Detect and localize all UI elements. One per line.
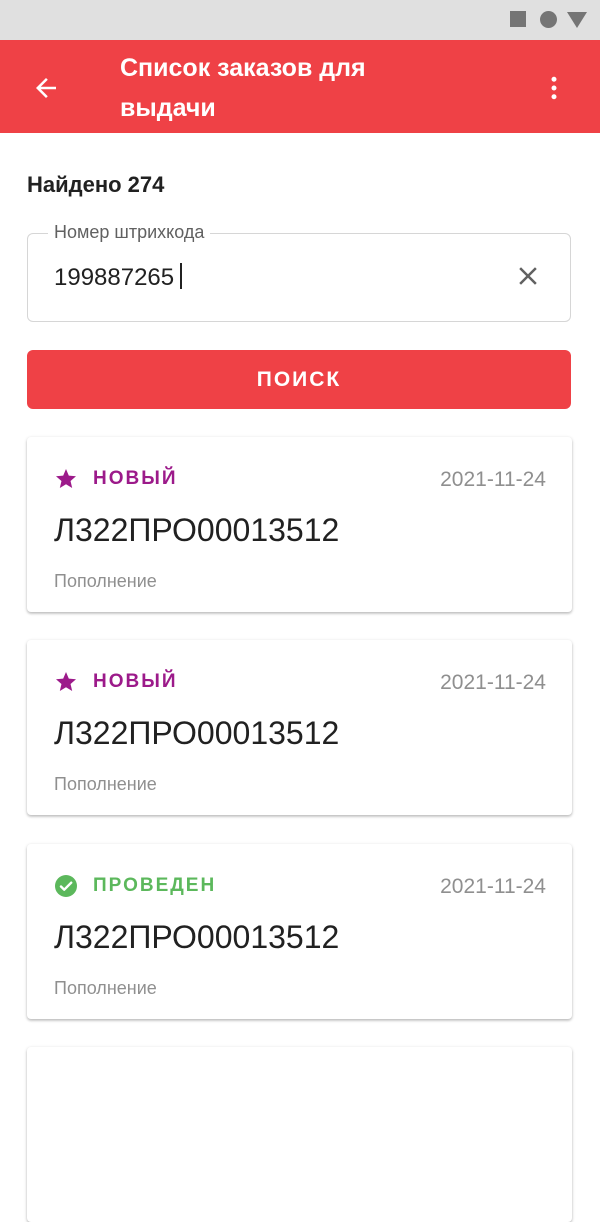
text-cursor xyxy=(180,263,183,289)
barcode-field[interactable]: Номер штрихкода 199887265 xyxy=(27,222,571,322)
order-card[interactable]: НОВЫЙ 2021-11-24 Л322ПРО00013512 Пополне… xyxy=(27,640,572,815)
order-number: Л322ПРО00013512 xyxy=(54,512,340,548)
back-button[interactable] xyxy=(22,64,70,112)
order-number: Л322ПРО00013512 xyxy=(54,919,340,955)
triangle-icon xyxy=(567,12,587,28)
order-type: Пополнение xyxy=(54,571,157,591)
search-button[interactable]: ПОИСК xyxy=(27,350,571,409)
arrow-back-icon xyxy=(36,78,56,98)
more-options-button[interactable] xyxy=(530,64,578,112)
app-bar: Список заказов для выдачи xyxy=(0,40,600,133)
order-status-label: ПРОВЕДЕН xyxy=(93,875,217,896)
order-card[interactable]: ПРОВЕДЕН 2021-11-24 Л322ПРО00013512 Попо… xyxy=(27,844,572,1019)
clear-button[interactable] xyxy=(510,256,546,296)
barcode-input[interactable]: 199887265 xyxy=(54,263,183,292)
results-count: Найдено 274 xyxy=(27,172,165,197)
system-status-bar xyxy=(0,0,600,40)
order-status: НОВЫЙ xyxy=(54,670,177,694)
order-card[interactable]: НОВЫЙ 2021-11-24 Л322ПРО00013512 Пополне… xyxy=(27,437,572,612)
order-status-label: НОВЫЙ xyxy=(93,671,178,692)
order-date: 2021-11-24 xyxy=(440,875,546,898)
square-icon xyxy=(510,11,526,27)
order-status: ПРОВЕДЕН xyxy=(54,874,216,898)
circle-icon xyxy=(540,11,557,28)
order-date: 2021-11-24 xyxy=(440,468,546,491)
star-icon xyxy=(54,467,78,491)
barcode-input-value[interactable]: 199887265 xyxy=(54,264,174,291)
order-type: Пополнение xyxy=(54,978,157,998)
order-date: 2021-11-24 xyxy=(440,671,546,694)
order-number: Л322ПРО00013512 xyxy=(54,715,340,751)
order-status-label: НОВЫЙ xyxy=(93,468,178,489)
order-status: НОВЫЙ xyxy=(54,467,177,491)
barcode-field-label: Номер штрихкода xyxy=(48,222,211,243)
order-type: Пополнение xyxy=(54,774,157,794)
more-vert-icon xyxy=(551,76,557,100)
close-icon xyxy=(519,267,537,285)
star-icon xyxy=(54,670,78,694)
page-title: Список заказов для выдачи xyxy=(120,54,366,122)
check-circle-icon xyxy=(54,874,78,898)
order-card[interactable] xyxy=(27,1047,572,1222)
